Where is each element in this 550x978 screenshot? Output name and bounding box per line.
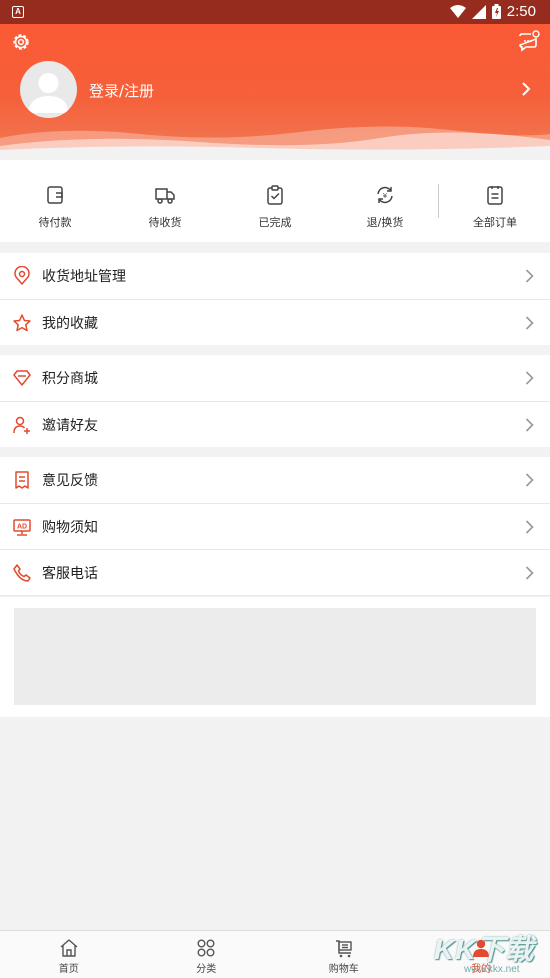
battery-icon [491, 4, 501, 19]
cart-icon [335, 940, 352, 958]
order-label: 待付款 [38, 216, 72, 229]
login-register-link[interactable]: 登录/注册 [89, 80, 154, 101]
banner-placeholder[interactable] [14, 608, 536, 705]
divider [0, 595, 550, 596]
ad-screen-icon: AD [13, 519, 31, 536]
order-label: 待收货 [148, 216, 182, 229]
menu-group-account: 收货地址管理 我的收藏 [0, 253, 550, 345]
watermark-url: www.kkx.net [464, 964, 520, 975]
grid-icon [197, 939, 215, 957]
diamond-icon [13, 370, 31, 386]
order-status-bar: 待付款 待收货 已完成 ¥ 退/换货 全部订单 [0, 160, 550, 242]
menu-label: 购物须知 [42, 519, 98, 536]
signal-icon [471, 4, 486, 19]
default-avatar-icon [28, 73, 69, 113]
menu-label: 意见反馈 [42, 473, 98, 489]
menu-group-social: 积分商城 邀请好友 [0, 355, 550, 447]
order-return-exchange[interactable]: ¥ 退/换货 [330, 160, 440, 242]
status-bar: A 2:50 [0, 0, 550, 24]
gear-icon[interactable] [10, 31, 32, 53]
tab-category[interactable]: 分类 [138, 931, 276, 978]
svg-text:AD: AD [17, 524, 27, 531]
chevron-right-icon [525, 566, 534, 580]
clipboard-check-icon [267, 185, 283, 205]
menu-customer-service-phone[interactable]: 客服电话 [0, 549, 550, 595]
menu-label: 收货地址管理 [42, 269, 126, 285]
chevron-right-icon [525, 269, 534, 283]
menu-group-service: 意见反馈 AD 购物须知 客服电话 [0, 457, 550, 596]
menu-label: 我的收藏 [42, 315, 98, 332]
chevron-right-icon [525, 371, 534, 385]
location-pin-icon [14, 266, 30, 285]
watermark-brand: KK下载 [434, 934, 535, 965]
banner-section [0, 597, 550, 717]
menu-invite-friends[interactable]: 邀请好友 [0, 401, 550, 447]
watermark: KK下载 www.kkx.net [434, 928, 550, 978]
notification-icon: A [12, 6, 24, 18]
order-pending-delivery[interactable]: 待收货 [110, 160, 220, 242]
chevron-right-icon [525, 520, 534, 534]
star-icon [13, 314, 31, 332]
phone-icon [13, 564, 31, 582]
menu-address-management[interactable]: 收货地址管理 [0, 253, 550, 299]
order-pending-payment[interactable]: 待付款 [0, 160, 110, 242]
truck-icon [155, 188, 175, 204]
svg-text:¥: ¥ [383, 192, 388, 200]
header-wave [0, 126, 550, 156]
tab-home[interactable]: 首页 [0, 931, 138, 978]
order-all[interactable]: 全部订单 [440, 160, 550, 242]
menu-label: 邀请好友 [42, 417, 98, 434]
profile-header: 登录/注册 [0, 24, 550, 156]
clock: 2:50 [506, 3, 536, 20]
menu-favorites[interactable]: 我的收藏 [0, 299, 550, 345]
exchange-icon: ¥ [377, 186, 393, 204]
menu-points-mall[interactable]: 积分商城 [0, 355, 550, 401]
chevron-right-icon [525, 473, 534, 487]
wallet-icon [47, 186, 63, 204]
order-label: 全部订单 [473, 216, 517, 229]
order-list-icon [487, 186, 503, 205]
menu-label: 积分商城 [42, 371, 98, 387]
tab-label: 首页 [58, 964, 79, 975]
tab-label: 分类 [196, 964, 217, 975]
feedback-icon [15, 471, 29, 489]
chevron-right-icon [525, 316, 534, 330]
tab-cart[interactable]: 购物车 [275, 931, 413, 978]
chevron-right-icon[interactable] [520, 82, 532, 96]
status-icons: 2:50 [449, 3, 536, 20]
wifi-icon [449, 4, 466, 18]
order-completed[interactable]: 已完成 [220, 160, 330, 242]
menu-shopping-guide[interactable]: AD 购物须知 [0, 503, 550, 549]
home-icon [60, 939, 78, 957]
chevron-right-icon [525, 418, 534, 432]
tab-label: 购物车 [328, 964, 359, 975]
menu-label: 客服电话 [42, 565, 98, 582]
order-label: 已完成 [258, 216, 292, 229]
order-label: 退/换货 [366, 216, 404, 229]
divider [438, 184, 439, 218]
add-user-icon [13, 416, 30, 434]
menu-feedback[interactable]: 意见反馈 [0, 457, 550, 503]
avatar[interactable] [20, 61, 77, 118]
chat-bubble-icon[interactable] [516, 30, 540, 54]
